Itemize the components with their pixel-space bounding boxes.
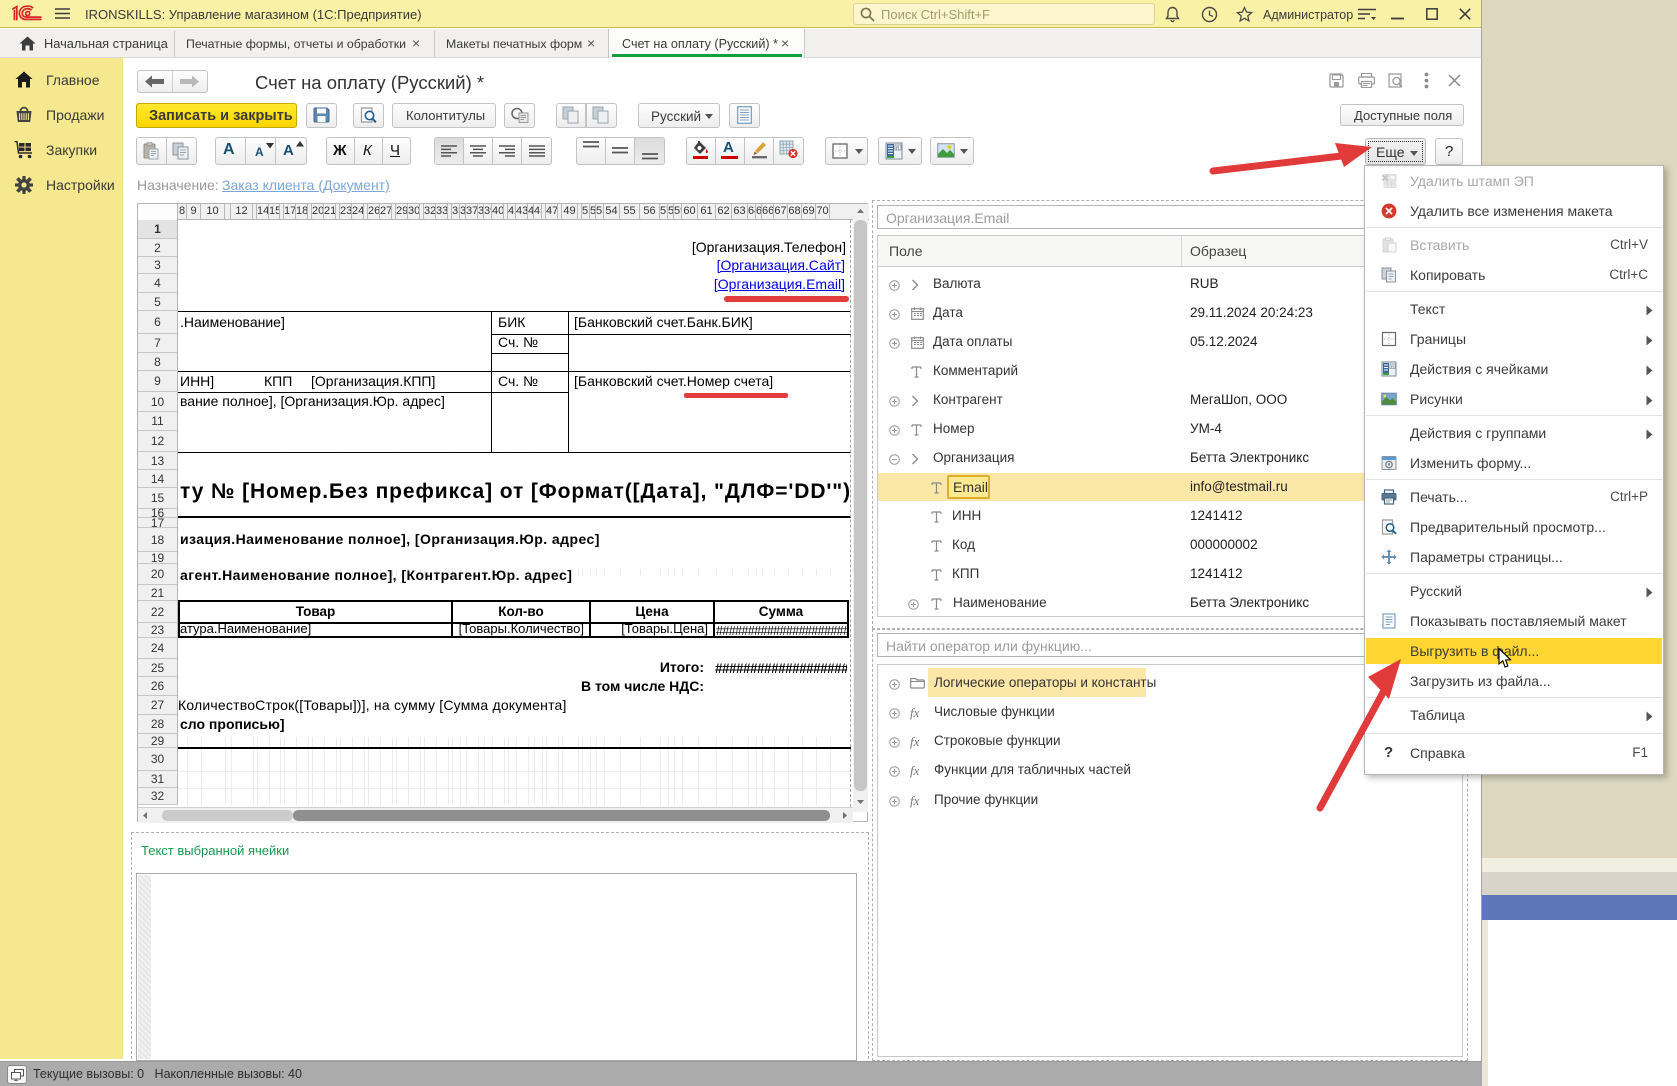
svg-text:R: R — [1391, 364, 1394, 369]
